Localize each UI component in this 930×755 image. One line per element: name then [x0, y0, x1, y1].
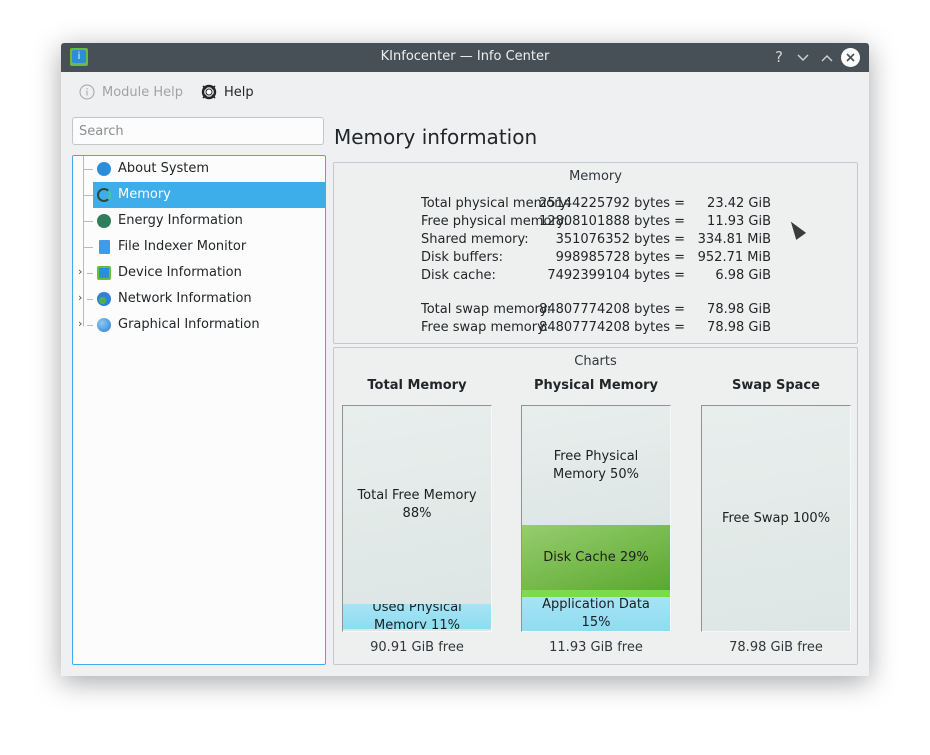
module-help-button[interactable]: Module Help	[79, 82, 183, 102]
charts-group-title: Charts	[574, 354, 617, 369]
chart-segment-label: Disk Cache 29%	[543, 549, 649, 565]
chart-footer: 78.98 GiB free	[729, 640, 823, 655]
energy-icon	[97, 214, 111, 228]
charts-group: Charts Total Memory Total Free Memory 88…	[333, 347, 858, 665]
memory-group: Memory Total physical memory: 2514422579…	[333, 162, 858, 344]
info-circle-icon	[79, 84, 95, 100]
sidebar-item-about-system[interactable]: About System	[73, 156, 325, 182]
help-button[interactable]: Help	[201, 82, 254, 102]
kinfocenter-window: i KInfocenter — Info Center ? Module Hel…	[61, 43, 869, 676]
sidebar-item-memory[interactable]: Memory	[73, 182, 325, 208]
sidebar-item-energy-information[interactable]: Energy Information	[73, 208, 325, 234]
sidebar-item-file-indexer-monitor[interactable]: File Indexer Monitor	[73, 234, 325, 260]
sidebar-item-network-information[interactable]: › Network Information	[73, 286, 325, 312]
module-help-label: Module Help	[102, 84, 184, 100]
chart-segment-free: Total Free Memory 88%	[343, 406, 491, 604]
network-globe-icon	[97, 292, 111, 306]
chart-title: Total Memory	[367, 378, 467, 393]
chart-segment-app: Used Physical Memory 11%	[343, 604, 491, 629]
lifebuoy-icon	[201, 84, 217, 100]
chart-segment-cache: Disk Cache 29%	[522, 525, 670, 590]
chart-segment-label: Total Free Memory 88%	[357, 488, 477, 521]
chart-segment-free: Free Physical Memory 50%	[522, 406, 670, 525]
expand-chevron-icon[interactable]: ›	[78, 265, 82, 278]
chevron-up-icon	[821, 55, 833, 62]
swap-space-chart: Swap Space Free Swap 100% 78.98 GiB free	[701, 378, 851, 655]
chart-footer: 90.91 GiB free	[370, 640, 464, 655]
chart-bar: Free Swap 100%	[701, 405, 851, 632]
search-input[interactable]	[72, 117, 324, 145]
graphics-icon	[97, 318, 111, 332]
chart-bar: Free Physical Memory 50% Disk Cache 29% Ap…	[521, 405, 671, 632]
context-help-button[interactable]: ?	[769, 47, 789, 67]
title-bar[interactable]: i KInfocenter — Info Center ?	[61, 43, 869, 72]
maximize-button[interactable]	[817, 47, 837, 67]
sidebar-item-device-information[interactable]: › Device Information	[73, 260, 325, 286]
minimize-button[interactable]	[793, 47, 813, 67]
chart-segment-label: Application Data 15%	[542, 597, 650, 630]
memory-icon	[97, 188, 111, 202]
expand-chevron-icon[interactable]: ›	[78, 317, 82, 330]
chart-title: Swap Space	[732, 378, 820, 393]
help-label: Help	[224, 84, 254, 100]
info-icon	[97, 162, 111, 176]
close-button[interactable]	[841, 48, 860, 67]
total-memory-chart: Total Memory Total Free Memory 88% Used P…	[342, 378, 492, 655]
physical-memory-chart: Physical Memory Free Physical Memory 50%…	[521, 378, 671, 655]
chart-segment-buf	[522, 590, 670, 597]
chart-footer: 11.93 GiB free	[549, 640, 643, 655]
expand-chevron-icon[interactable]: ›	[78, 291, 82, 304]
chart-segment-free: Free Swap 100%	[702, 406, 850, 631]
device-icon	[97, 266, 111, 280]
close-icon	[846, 53, 855, 62]
sidebar-item-graphical-information[interactable]: › Graphical Information	[73, 312, 325, 338]
chart-segment-label: Free Physical Memory 50%	[553, 448, 639, 482]
chart-segment-label: Used Physical Memory 11%	[372, 604, 462, 629]
module-tree[interactable]: About System Memory Energy Information F…	[72, 155, 326, 665]
chart-segment-label: Free Swap 100%	[721, 510, 831, 526]
window-title: KInfocenter — Info Center	[380, 49, 550, 64]
memory-group-title: Memory	[569, 169, 622, 184]
chart-segment-app: Application Data 15%	[522, 597, 670, 631]
chevron-down-icon	[797, 54, 809, 61]
chart-title: Physical Memory	[533, 378, 659, 393]
toolbar: Module Help Help	[61, 72, 869, 112]
page-title: Memory information	[334, 125, 538, 149]
chart-bar: Total Free Memory 88% Used Physical Memor…	[342, 405, 492, 632]
file-indexer-icon	[99, 240, 110, 254]
